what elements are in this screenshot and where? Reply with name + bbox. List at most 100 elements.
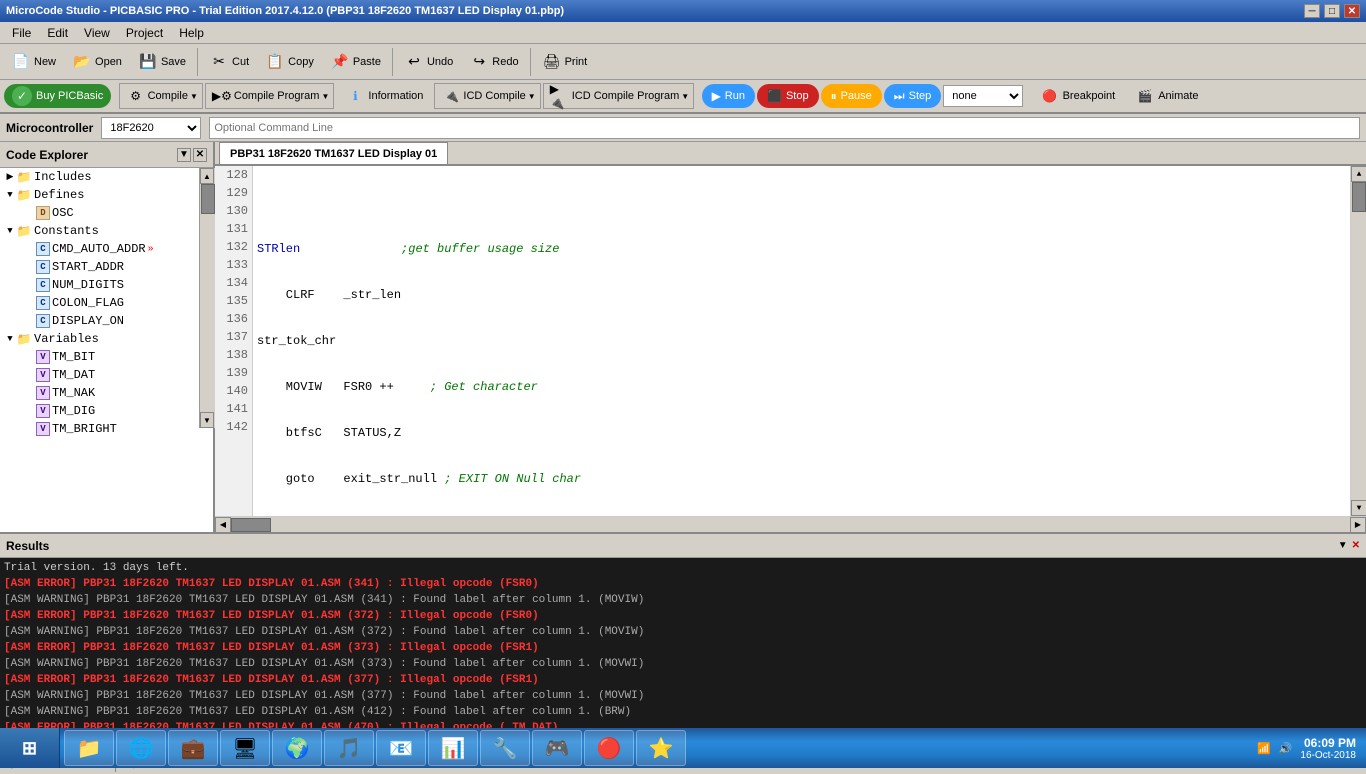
taskbar-icon-3: 💼 (181, 736, 206, 761)
tree-num-digits[interactable]: C NUM_DIGITS (0, 276, 213, 294)
tree-tm-dig[interactable]: V TM_DIG (0, 402, 213, 420)
tree-display-on[interactable]: C DISPLAY_ON (0, 312, 213, 330)
tab-main-file[interactable]: PBP31 18F2620 TM1637 LED Display 01 (219, 142, 448, 164)
constant-icon: C (36, 260, 50, 274)
menu-project[interactable]: Project (118, 24, 171, 42)
tree-tm-bit[interactable]: V TM_BIT (0, 348, 213, 366)
taskbar-app-2[interactable]: 🌐 (116, 730, 166, 766)
minimize-button[interactable]: ─ (1304, 4, 1320, 18)
tree-tm-dat[interactable]: V TM_DAT (0, 366, 213, 384)
pause-button[interactable]: ⏸ Pause (821, 84, 882, 108)
scroll-down-button[interactable]: ▼ (200, 412, 214, 428)
open-button[interactable]: 📂 Open (65, 47, 129, 77)
tree-osc[interactable]: D OSC (0, 204, 213, 222)
sidebar-scrollbar[interactable]: ▲ ▼ (199, 168, 215, 428)
paste-button[interactable]: 📌 Paste (323, 47, 388, 77)
tree-variables[interactable]: ▼ 📁 Variables (0, 330, 213, 348)
redo-button[interactable]: ↪ Redo (462, 47, 525, 77)
vscroll-down-button[interactable]: ▼ (1351, 500, 1366, 516)
line-num-137: 137 (215, 328, 252, 346)
chevron-down-icon: ▼ (190, 92, 198, 101)
step-button[interactable]: ⏭ Step (884, 84, 941, 108)
taskbar-app-6[interactable]: 🎵 (324, 730, 374, 766)
taskbar-app-10[interactable]: 🎮 (532, 730, 582, 766)
hscroll-left-button[interactable]: ◀ (215, 517, 231, 533)
taskbar-app-8[interactable]: 📊 (428, 730, 478, 766)
cut-button[interactable]: ✂ Cut (202, 47, 256, 77)
compile-dropdown[interactable]: ⚙ Compile ▼ (119, 83, 203, 109)
taskbar-app-5[interactable]: 🌍 (272, 730, 322, 766)
results-dropdown-button[interactable]: ▼ (1338, 540, 1348, 551)
taskbar-app-11[interactable]: 🔴 (584, 730, 634, 766)
close-button[interactable]: ✕ (1344, 4, 1360, 18)
menu-edit[interactable]: Edit (39, 24, 76, 42)
print-button[interactable]: 🖨 Print (535, 47, 595, 77)
compile-program-dropdown[interactable]: ▶⚙ Compile Program ▼ (205, 83, 335, 109)
stop-button[interactable]: ⬛ Stop (757, 84, 819, 108)
taskbar-app-7[interactable]: 📧 (376, 730, 426, 766)
tree-tm-bright[interactable]: V TM_BRIGHT (0, 420, 213, 438)
sidebar-dropdown-button[interactable]: ▼ (177, 148, 191, 162)
save-button[interactable]: 💾 Save (131, 47, 193, 77)
taskbar-app-3[interactable]: 💼 (168, 730, 218, 766)
code-vertical-scrollbar[interactable]: ▲ ▼ (1350, 166, 1366, 516)
variable-icon: V (36, 350, 50, 364)
animate-button[interactable]: 🎬 Animate (1126, 83, 1207, 109)
menu-help[interactable]: Help (171, 24, 212, 42)
code-editor[interactable]: STRlen ;get buffer usage size CLRF _str_… (253, 166, 1350, 516)
buy-picbasic-button[interactable]: ✓ Buy PICBasic (4, 84, 111, 108)
toolbar-separator-3 (530, 48, 531, 76)
line-num-132: 132 (215, 238, 252, 256)
tree-tm-nak[interactable]: V TM_NAK (0, 384, 213, 402)
tree-start-addr[interactable]: C START_ADDR (0, 258, 213, 276)
vscroll-up-button[interactable]: ▲ (1351, 166, 1366, 182)
tree-cmd-auto-addr[interactable]: C CMD_AUTO_ADDR » (0, 240, 213, 258)
tree-colon-flag[interactable]: C COLON_FLAG (0, 294, 213, 312)
results-close-button[interactable]: ✕ (1352, 540, 1360, 551)
icd-compile-dropdown[interactable]: 🔌 ICD Compile ▼ (434, 83, 540, 109)
information-button[interactable]: ℹ Information (336, 83, 432, 109)
taskbar-app-9[interactable]: 🔧 (480, 730, 530, 766)
hscroll-thumb[interactable] (231, 518, 271, 532)
sidebar-close-button[interactable]: ✕ (193, 148, 207, 162)
tree-defines[interactable]: ▼ 📁 Defines (0, 186, 213, 204)
speaker-icon: 🔊 (1279, 742, 1293, 755)
optional-command-line-input[interactable] (209, 117, 1360, 139)
run-button[interactable]: ▶ Run (702, 84, 755, 108)
taskbar-app-12[interactable]: ⭐ (636, 730, 686, 766)
compile-icon: ⚙ (126, 86, 146, 106)
vscroll-thumb[interactable] (1352, 182, 1366, 212)
maximize-button[interactable]: □ (1324, 4, 1340, 18)
hscroll-right-button[interactable]: ▶ (1350, 517, 1366, 533)
tree-includes[interactable]: ▶ 📁 Includes (0, 168, 213, 186)
scroll-up-button[interactable]: ▲ (200, 168, 214, 184)
line-num-141: 141 (215, 400, 252, 418)
pause-icon: ⏸ (831, 89, 837, 104)
chevron-down-icon-4: ▼ (681, 92, 689, 101)
toolbar-separator (197, 48, 198, 76)
new-button[interactable]: 📄 New (4, 47, 63, 77)
vscroll-track (1351, 182, 1366, 500)
start-button[interactable]: ⊞ (0, 728, 60, 768)
taskbar-icon-10: 🎮 (545, 736, 570, 761)
microcontroller-bar: Microcontroller 18F2620 (0, 114, 1366, 142)
tree-constants[interactable]: ▼ 📁 Constants (0, 222, 213, 240)
taskbar-app-1[interactable]: 📁 (64, 730, 114, 766)
code-horizontal-scrollbar[interactable]: ◀ ▶ (215, 516, 1366, 532)
menu-file[interactable]: File (4, 24, 39, 42)
undo-button[interactable]: ↩ Undo (397, 47, 460, 77)
breakpoint-icon: 🔴 (1040, 86, 1060, 106)
paste-icon: 📌 (330, 52, 350, 72)
microcontroller-select[interactable]: 18F2620 (101, 117, 201, 139)
sidebar-header: Code Explorer ▼ ✕ (0, 142, 213, 168)
line-num-136: 136 (215, 310, 252, 328)
taskbar-icon-7: 📧 (389, 736, 414, 761)
copy-button[interactable]: 📋 Copy (258, 47, 321, 77)
icd-compile-program-dropdown[interactable]: ▶🔌 ICD Compile Program ▼ (543, 83, 695, 109)
breakpoint-button[interactable]: 🔴 Breakpoint (1031, 83, 1125, 109)
taskbar-app-4[interactable]: 🖥 (220, 730, 270, 766)
mc-label: Microcontroller (6, 121, 93, 135)
menu-view[interactable]: View (76, 24, 118, 42)
none-select[interactable]: none (943, 85, 1023, 107)
line-num-135: 135 (215, 292, 252, 310)
